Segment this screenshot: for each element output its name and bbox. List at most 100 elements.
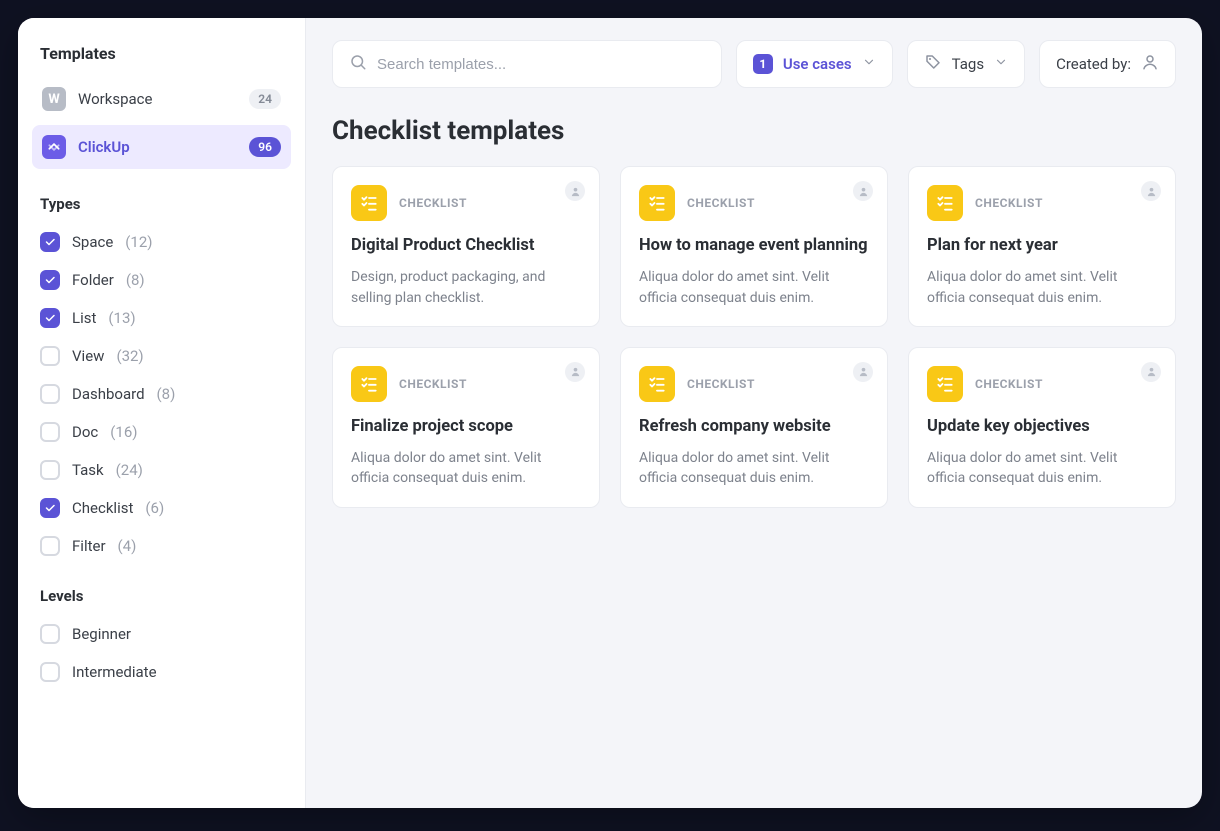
checkbox-label: Task: [72, 461, 104, 479]
checkbox[interactable]: [40, 346, 60, 366]
checkbox[interactable]: [40, 270, 60, 290]
search-input[interactable]: [377, 56, 705, 73]
card-type-tag: CHECKLIST: [975, 377, 1043, 391]
checkbox[interactable]: [40, 624, 60, 644]
level-filter-beginner[interactable]: Beginner: [32, 615, 291, 653]
card-title: How to manage event planning: [639, 235, 869, 257]
type-filter-space[interactable]: Space (12): [32, 223, 291, 261]
sidebar-source-clickup[interactable]: ClickUp 96: [32, 125, 291, 169]
template-card[interactable]: CHECKLIST How to manage event planning Ali…: [620, 166, 888, 327]
checklist-icon: [927, 185, 963, 221]
checkbox-label: Space: [72, 233, 113, 251]
sidebar-source-workspace[interactable]: W Workspace 24: [32, 77, 291, 121]
card-description: Aliqua dolor do amet sint. Velit officia…: [639, 267, 869, 308]
types-heading: Types: [32, 173, 291, 223]
author-avatar: [1141, 362, 1161, 382]
checkbox[interactable]: [40, 662, 60, 682]
checkbox-label: Doc: [72, 423, 98, 441]
card-title: Digital Product Checklist: [351, 235, 581, 257]
type-filter-task[interactable]: Task (24): [32, 451, 291, 489]
level-filter-intermediate[interactable]: Intermediate: [32, 653, 291, 691]
checklist-icon: [639, 185, 675, 221]
count-label: (12): [125, 233, 152, 251]
template-card[interactable]: CHECKLIST Update key objectives Aliqua dol…: [908, 347, 1176, 508]
count-label: (8): [126, 271, 145, 289]
checklist-icon: [927, 366, 963, 402]
tag-icon: [924, 53, 942, 75]
filter-label: Tags: [952, 55, 984, 73]
template-card[interactable]: CHECKLIST Plan for next year Aliqua dolor …: [908, 166, 1176, 327]
template-card[interactable]: CHECKLISTRefresh company websiteAliqua d…: [620, 347, 888, 508]
type-filter-list[interactable]: List (13): [32, 299, 291, 337]
checkbox-label: Dashboard: [72, 385, 145, 403]
type-filter-doc[interactable]: Doc(16): [32, 413, 291, 451]
chevron-down-icon: [862, 55, 876, 73]
sidebar-title: Templates: [32, 38, 291, 77]
checkbox[interactable]: [40, 498, 60, 518]
count-label: (13): [108, 309, 135, 327]
template-card[interactable]: CHECKLIST Digital Product Checklist Design…: [332, 166, 600, 327]
author-avatar: [565, 362, 585, 382]
type-filter-dashboard[interactable]: Dashboard (8): [32, 375, 291, 413]
type-filter-checklist[interactable]: Checklist (6): [32, 489, 291, 527]
checkbox-label: View: [72, 347, 104, 365]
card-type-tag: CHECKLIST: [399, 196, 467, 210]
search-icon: [349, 53, 367, 75]
count-label: (32): [116, 347, 143, 365]
clickup-icon: [42, 135, 66, 159]
checkbox[interactable]: [40, 460, 60, 480]
sidebar-source-label: ClickUp: [78, 138, 130, 156]
filter-label: Created by:: [1056, 55, 1131, 73]
type-filter-view[interactable]: View (32): [32, 337, 291, 375]
sidebar: Templates W Workspace 24 ClickUp 96 Type…: [18, 18, 306, 808]
card-type-tag: CHECKLIST: [687, 196, 755, 210]
main-content: 1 Use cases Tags Created by:: [306, 18, 1202, 808]
template-card[interactable]: CHECKLISTFinalize project scopeAliqua do…: [332, 347, 600, 508]
filter-usecases[interactable]: 1 Use cases: [736, 40, 893, 88]
checklist-icon: [351, 366, 387, 402]
search-box[interactable]: [332, 40, 722, 88]
checkbox[interactable]: [40, 422, 60, 442]
checkbox-label: Folder: [72, 271, 114, 289]
count-label: (8): [157, 385, 176, 403]
checkbox[interactable]: [40, 536, 60, 556]
template-grid: CHECKLIST Digital Product Checklist Design…: [332, 166, 1176, 508]
author-avatar: [565, 181, 585, 201]
card-title: Refresh company website: [639, 416, 869, 438]
person-icon: [1141, 53, 1159, 75]
card-type-tag: CHECKLIST: [975, 196, 1043, 210]
checkbox-label: List: [72, 309, 96, 327]
card-description: Aliqua dolor do amet sint. Velit officia…: [927, 448, 1157, 489]
count-label: (4): [118, 537, 137, 555]
filter-createdby[interactable]: Created by:: [1039, 40, 1176, 88]
levels-heading: Levels: [32, 565, 291, 615]
card-description: Aliqua dolor do amet sint. Velit officia…: [927, 267, 1157, 308]
sidebar-source-label: Workspace: [78, 90, 152, 108]
page-title: Checklist templates: [332, 116, 1176, 146]
checklist-icon: [351, 185, 387, 221]
card-title: Plan for next year: [927, 235, 1157, 257]
count-badge: 96: [249, 137, 281, 157]
chevron-down-icon: [994, 55, 1008, 73]
checkbox[interactable]: [40, 232, 60, 252]
checkbox[interactable]: [40, 384, 60, 404]
checkbox[interactable]: [40, 308, 60, 328]
topbar: 1 Use cases Tags Created by:: [332, 40, 1176, 88]
card-type-tag: CHECKLIST: [399, 377, 467, 391]
type-filter-filter[interactable]: Filter (4): [32, 527, 291, 565]
checkbox-label: Filter: [72, 537, 106, 555]
card-description: Aliqua dolor do amet sint. Velit officia…: [351, 448, 581, 489]
checkbox-label: Beginner: [72, 625, 131, 643]
author-avatar: [853, 362, 873, 382]
filter-tags[interactable]: Tags: [907, 40, 1025, 88]
count-label: (24): [116, 461, 143, 479]
checkbox-label: Checklist: [72, 499, 133, 517]
type-filter-folder[interactable]: Folder (8): [32, 261, 291, 299]
card-type-tag: CHECKLIST: [687, 377, 755, 391]
author-avatar: [853, 181, 873, 201]
card-description: Design, product packaging, and selling p…: [351, 267, 581, 308]
count-label: (6): [145, 499, 164, 517]
filter-label: Use cases: [783, 55, 852, 73]
author-avatar: [1141, 181, 1161, 201]
card-title: Update key objectives: [927, 416, 1157, 438]
